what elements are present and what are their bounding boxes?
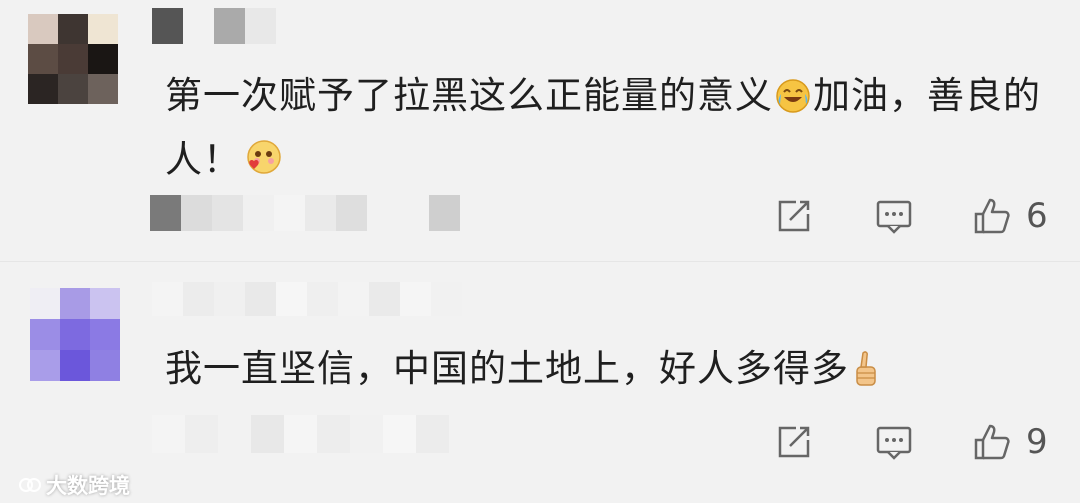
comment-text: 我一直坚信，中国的土地上，好人多得多 <box>165 340 1045 404</box>
comment-actions: 9 <box>770 418 1060 466</box>
avatar[interactable] <box>28 14 118 104</box>
thumb-up-icon[interactable] <box>972 422 1012 462</box>
thumbs-up-emoji <box>851 346 881 404</box>
share-icon[interactable] <box>774 196 814 236</box>
avatar[interactable] <box>30 288 120 381</box>
comment-text: 第一次赋予了拉黑这么正能量的意义 加油，善良的人！ <box>165 67 1045 195</box>
like-count: 9 <box>1026 422 1048 462</box>
reply-icon[interactable] <box>874 196 914 236</box>
timestamp <box>152 415 449 453</box>
comment-item: 第一次赋予了拉黑这么正能量的意义 加油，善良的人！ 6 <box>0 0 1080 262</box>
blush-heart-emoji <box>243 137 283 195</box>
like-count: 6 <box>1026 196 1048 236</box>
thumb-up-icon[interactable] <box>972 196 1012 236</box>
watermark-text: 大数跨境 <box>46 474 130 498</box>
share-icon[interactable] <box>774 422 814 462</box>
laughing-tears-emoji <box>775 73 811 131</box>
comment-actions: 6 <box>770 192 1060 240</box>
reply-icon[interactable] <box>874 422 914 462</box>
username[interactable] <box>152 282 462 316</box>
watermark: 大数跨境 <box>18 470 130 500</box>
timestamp <box>150 195 460 231</box>
username[interactable] <box>152 8 276 44</box>
watermark-logo-icon <box>19 478 41 492</box>
